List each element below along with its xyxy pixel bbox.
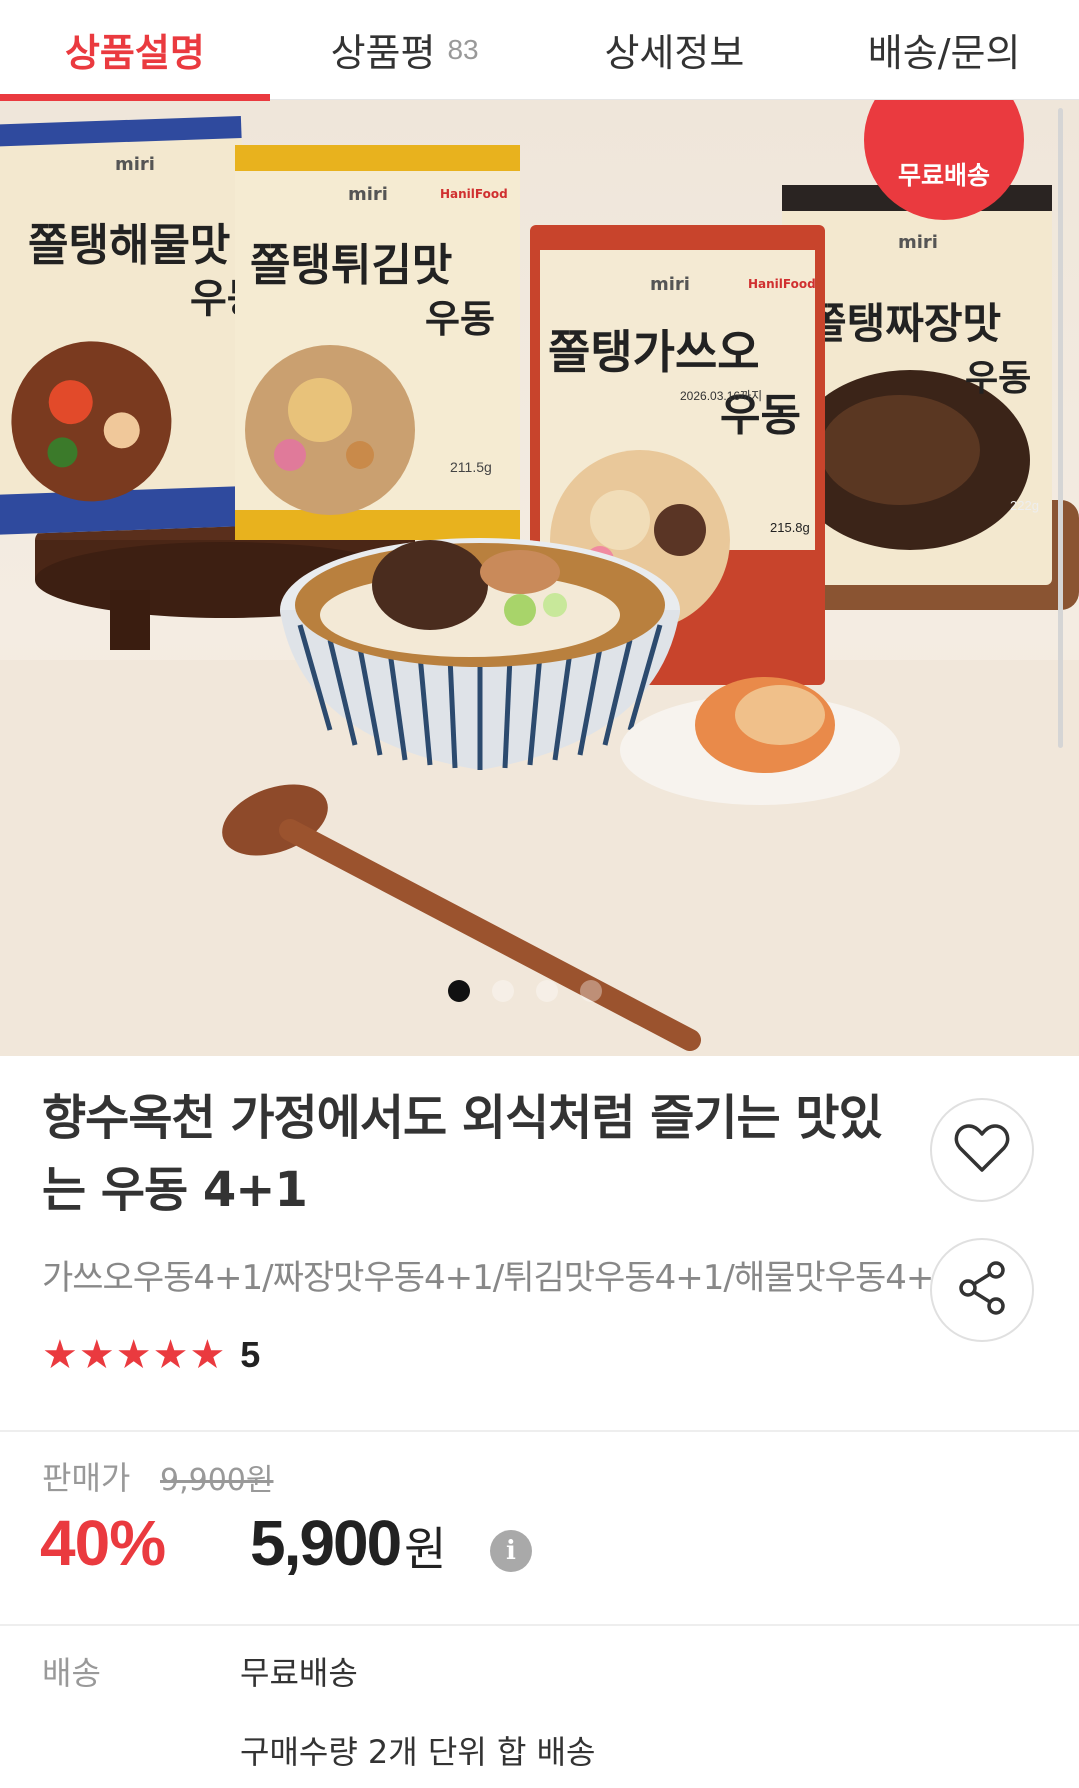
star-icon: ★ (189, 1332, 226, 1378)
carousel-indicators (448, 980, 602, 1002)
sale-price-amount: 5,900 (250, 1507, 402, 1579)
like-button[interactable] (930, 1098, 1034, 1202)
shipping-label: 배송 (42, 1654, 101, 1692)
product-title: 향수옥천 가정에서도 외식처럼 즐기는 맛있는 우동 4+1 (42, 1090, 883, 1218)
package-brand: miri (898, 232, 938, 253)
sale-price: 5,900원 (250, 1506, 447, 1580)
badge-label: 무료배송 (897, 161, 990, 190)
tab-label: 배송/문의 (867, 31, 1021, 75)
product-image-carousel[interactable]: miri 쫄탱해물맛 우동 miri HanilFood 쫄탱튀김맛 우동 21… (0, 100, 1079, 1056)
package-maker: HanilFood (440, 187, 508, 201)
package-maker: HanilFood (748, 277, 816, 291)
tab-label: 상품설명 (64, 31, 205, 75)
package-weight: 222g (1010, 498, 1039, 513)
tab-product-description[interactable]: 상품설명 (0, 0, 270, 101)
carousel-dot[interactable] (580, 980, 602, 1002)
star-icon: ★ (152, 1332, 189, 1378)
discount-rate: 40% (40, 1507, 166, 1579)
carousel-dot[interactable] (536, 980, 558, 1002)
package-name: 쫄탱가쓰오 (548, 325, 760, 379)
share-button[interactable] (930, 1238, 1034, 1342)
package-brand: miri (115, 154, 155, 175)
tab-shipping-inquiry[interactable]: 배송/문의 (809, 0, 1079, 99)
original-price: 9,900원 (160, 1463, 274, 1498)
price-unit: 원 (404, 1522, 446, 1576)
tab-details[interactable]: 상세정보 (540, 0, 810, 99)
rating-value: 5 (240, 1334, 261, 1375)
shipping-value: 무료배송 (240, 1654, 358, 1692)
price-label: 판매가 (42, 1459, 131, 1497)
package-date: 2026.03.16까지 (680, 389, 762, 403)
carousel-dot[interactable] (448, 980, 470, 1002)
product-options: 가쓰오우동4+1/짜장맛우동4+1/튀김맛우동4+1/해물맛우동4+1 (42, 1258, 955, 1298)
package-name: 우동 (425, 297, 495, 341)
package-weight: 211.5g (450, 459, 492, 475)
tab-reviews[interactable]: 상품평 83 (270, 0, 540, 99)
package-weight: 215.8g (770, 520, 810, 535)
package-name: 우동 (965, 358, 1031, 399)
package-name: 쫄탱튀김맛 (250, 240, 452, 291)
star-icon: ★ (115, 1332, 152, 1378)
share-icon (956, 1260, 1008, 1320)
product-photo: miri 쫄탱해물맛 우동 miri HanilFood 쫄탱튀김맛 우동 21… (0, 115, 1079, 1056)
package-brand: miri (650, 274, 690, 295)
tab-label: 상세정보 (604, 31, 745, 75)
tab-label: 상품평 (330, 31, 436, 75)
rating-stars[interactable]: ★ ★ ★ ★ ★ 5 (42, 1334, 260, 1376)
package-name: 쫄탱짜장맛 (808, 299, 1001, 348)
info-icon[interactable]: i (490, 1530, 532, 1572)
scrollbar[interactable] (1058, 108, 1063, 748)
tab-bar: 상품설명 상품평 83 상세정보 배송/문의 (0, 0, 1079, 101)
heart-icon (954, 1122, 1010, 1178)
divider (0, 1624, 1079, 1626)
carousel-dot[interactable] (492, 980, 514, 1002)
package-seafood (0, 115, 256, 536)
shipping-note: 구매수량 2개 단위 합 배송 (240, 1733, 596, 1771)
package-name: 쫄탱해물맛 (28, 220, 230, 271)
package-brand: miri (348, 184, 388, 205)
star-icon: ★ (78, 1332, 115, 1378)
star-icon: ★ (42, 1332, 78, 1378)
divider (0, 1430, 1079, 1432)
review-count: 83 (447, 33, 479, 65)
